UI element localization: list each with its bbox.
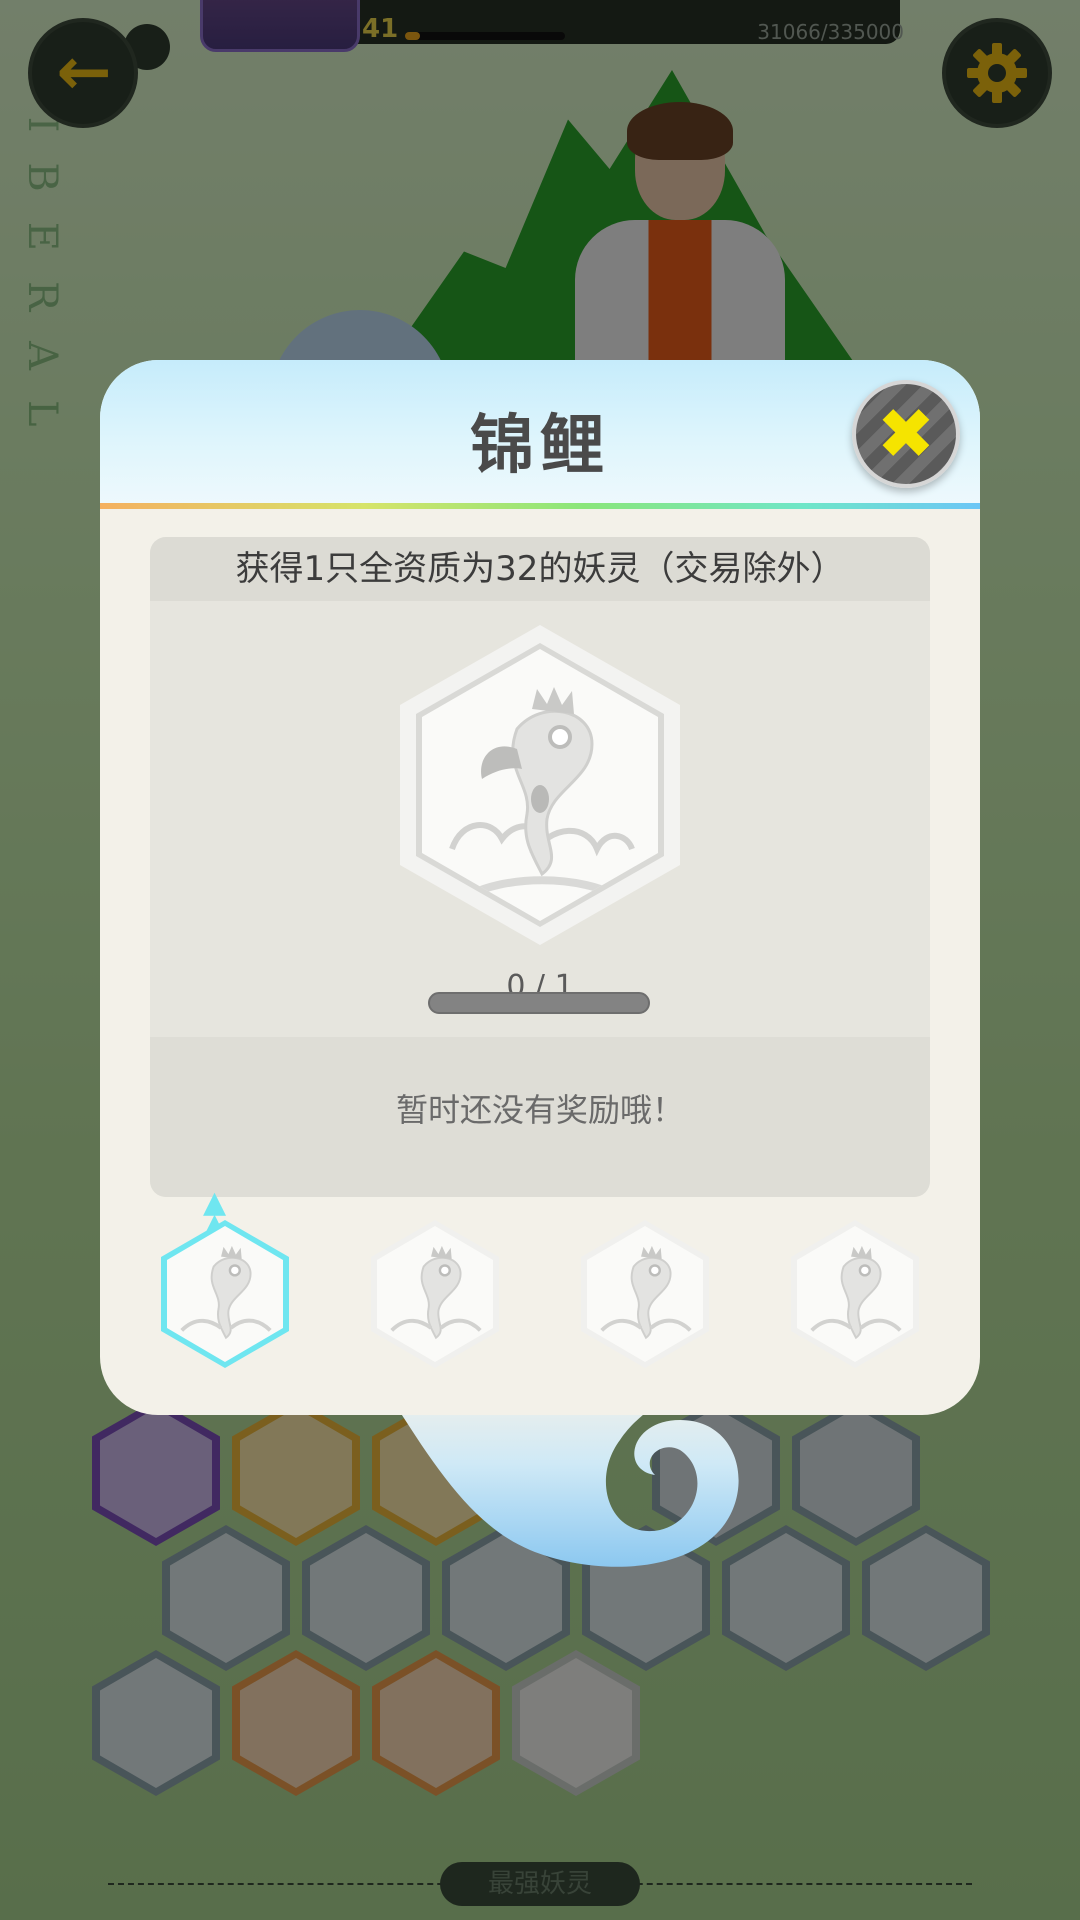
header-rainbow-divider	[100, 503, 980, 509]
tier-hex-face	[377, 1226, 493, 1362]
koi-fish-icon	[810, 1245, 902, 1340]
close-icon: ✖	[876, 393, 936, 475]
task-description: 获得1只全资质为32的妖灵（交易除外）	[150, 537, 930, 601]
reward-area: 暂时还没有奖励哦！	[150, 1037, 930, 1197]
tier-badge-1[interactable]: ▲ ▲	[155, 1188, 295, 1380]
tier-badge-4[interactable]	[785, 1220, 925, 1380]
tier-badge-2[interactable]	[365, 1220, 505, 1380]
modal-header: 锦鲤 ✖	[100, 360, 980, 505]
tier-hex-face	[797, 1226, 913, 1362]
achievement-badge	[400, 625, 680, 945]
tier-badge-3[interactable]	[575, 1220, 715, 1380]
koi-fish-icon	[390, 1245, 482, 1340]
tier-hex-frame	[371, 1220, 499, 1368]
badge-frame	[416, 643, 664, 927]
achievement-detail-panel: 获得1只全资质为32的妖灵（交易除外） 0 / 1 暂时还没有奖励哦！	[150, 537, 930, 1197]
achievement-modal: 锦鲤 ✖ 获得1只全资质为32的妖灵（交易除外） 0 / 1 暂时还没有奖励哦！…	[100, 360, 980, 1415]
tier-hex-frame	[161, 1220, 289, 1368]
progress-bar	[428, 992, 650, 1014]
tier-hex-face	[587, 1226, 703, 1362]
tier-hex-frame	[581, 1220, 709, 1368]
koi-fish-icon	[180, 1245, 272, 1340]
no-reward-message: 暂时还没有奖励哦！	[395, 1091, 684, 1129]
tier-hex-frame	[791, 1220, 919, 1368]
badge-face	[422, 649, 658, 921]
modal-title: 锦鲤	[470, 409, 610, 483]
close-button[interactable]: ✖	[852, 380, 960, 488]
koi-fish-icon	[449, 687, 635, 903]
koi-fish-icon	[600, 1245, 692, 1340]
tier-hex-face	[167, 1226, 283, 1362]
